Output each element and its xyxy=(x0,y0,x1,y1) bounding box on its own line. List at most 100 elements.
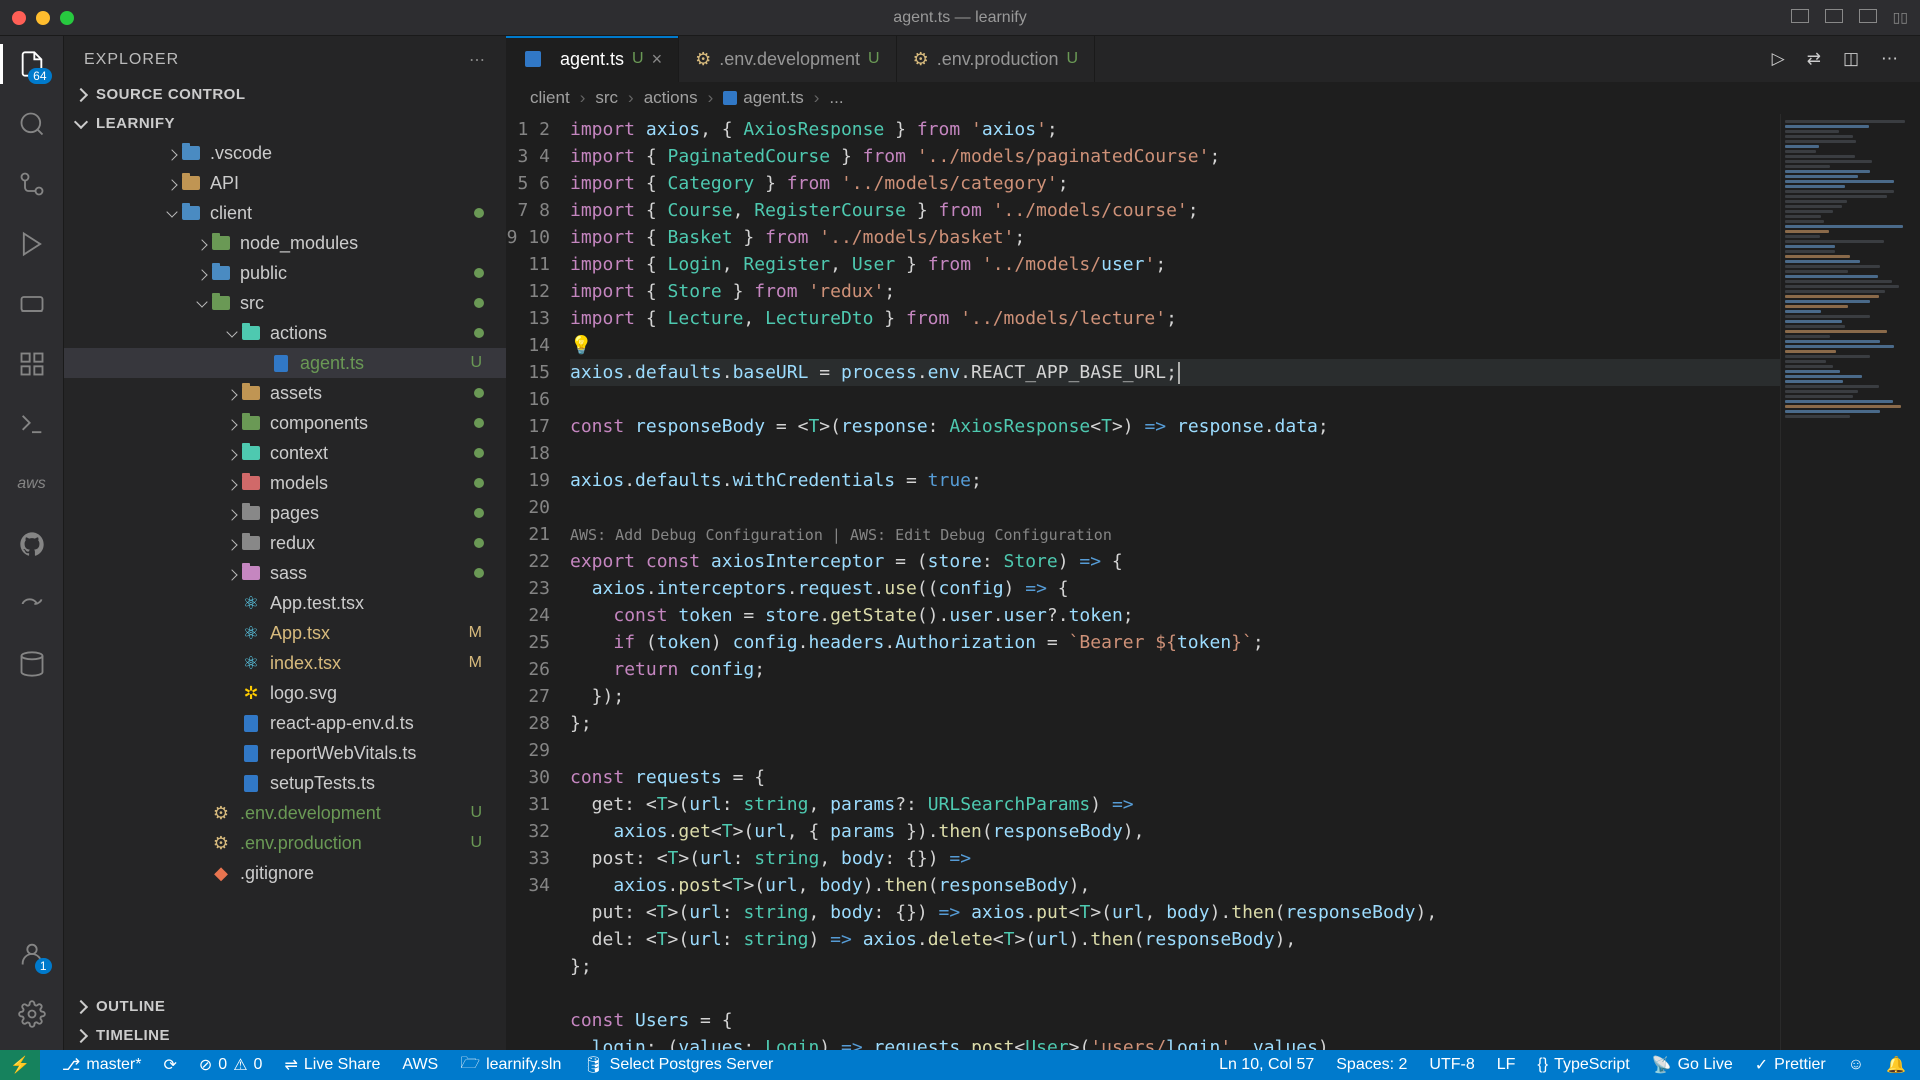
activity-github[interactable] xyxy=(16,528,48,560)
status-aws[interactable]: AWS xyxy=(402,1056,438,1074)
activity-bar: 64 aws 1 xyxy=(0,36,64,1050)
activity-search[interactable] xyxy=(16,108,48,140)
section-source-control[interactable]: SOURCE CONTROL xyxy=(64,80,506,109)
git-modified-dot-icon xyxy=(474,448,484,458)
minimize-window-icon[interactable] xyxy=(36,11,50,25)
status-spaces[interactable]: Spaces: 2 xyxy=(1336,1055,1407,1075)
tree-file-envdev[interactable]: ⚙.env.developmentU xyxy=(64,798,506,828)
tree-file-apptest[interactable]: ⚛App.test.tsx xyxy=(64,588,506,618)
activity-extensions[interactable] xyxy=(16,348,48,380)
tree-folder-models[interactable]: models xyxy=(64,468,506,498)
status-prettier[interactable]: ✓Prettier xyxy=(1755,1055,1826,1075)
tree-folder-pages[interactable]: pages xyxy=(64,498,506,528)
tree-file-indextsx[interactable]: ⚛index.tsxM xyxy=(64,648,506,678)
tree-folder-node-modules[interactable]: node_modules xyxy=(64,228,506,258)
activity-remote[interactable] xyxy=(16,288,48,320)
status-solution[interactable]: 🗁learnify.sln xyxy=(460,1052,561,1079)
tree-folder-src[interactable]: src xyxy=(64,288,506,318)
minimap[interactable] xyxy=(1780,114,1920,1050)
activity-aws[interactable]: aws xyxy=(16,468,48,500)
tree-file-apptsx[interactable]: ⚛App.tsxM xyxy=(64,618,506,648)
status-sync[interactable]: ⟳ xyxy=(163,1055,176,1075)
activity-database[interactable] xyxy=(16,648,48,680)
titlebar-actions: ▯▯ xyxy=(1791,9,1908,26)
layout-panel-left-icon[interactable] xyxy=(1791,9,1809,23)
tree-file-webvitals[interactable]: reportWebVitals.ts xyxy=(64,738,506,768)
layout-panel-right-icon[interactable] xyxy=(1859,9,1877,23)
status-problems[interactable]: ⊘0⚠0 xyxy=(199,1055,263,1075)
status-cursor-pos[interactable]: Ln 10, Col 57 xyxy=(1219,1055,1314,1075)
breadcrumb[interactable]: client› src› actions› agent.ts› ... xyxy=(506,82,1920,114)
git-status-modified: M xyxy=(469,624,482,642)
status-eol[interactable]: LF xyxy=(1497,1055,1516,1075)
line-gutter: 1 2 3 4 5 6 7 8 9 10 11 12 13 14 15 16 1… xyxy=(506,114,570,1050)
tree-folder-public[interactable]: public xyxy=(64,258,506,288)
tree-folder-api[interactable]: API xyxy=(64,168,506,198)
git-status-untracked: U xyxy=(470,834,482,852)
split-editor-icon[interactable]: ◫ xyxy=(1843,49,1859,69)
tree-folder-sass[interactable]: sass xyxy=(64,558,506,588)
activity-explorer[interactable]: 64 xyxy=(16,48,48,80)
tree-folder-actions[interactable]: actions xyxy=(64,318,506,348)
tree-folder-client[interactable]: client xyxy=(64,198,506,228)
tab-envdev[interactable]: ⚙ .env.development U xyxy=(679,36,896,82)
activity-liveshare[interactable] xyxy=(16,588,48,620)
tree-file-reactenv[interactable]: react-app-env.d.ts xyxy=(64,708,506,738)
git-modified-dot-icon xyxy=(474,388,484,398)
tree-folder-redux[interactable]: redux xyxy=(64,528,506,558)
status-remote[interactable]: ⚡ xyxy=(0,1050,40,1080)
git-status-modified: M xyxy=(469,654,482,672)
tab-agent[interactable]: agent.ts U × xyxy=(506,36,679,82)
activity-debug[interactable] xyxy=(16,228,48,260)
git-status-untracked: U xyxy=(470,804,482,822)
sidebar-title: EXPLORER xyxy=(84,51,179,69)
status-bar: ⚡ ⎇master* ⟳ ⊘0⚠0 ⇌Live Share AWS 🗁learn… xyxy=(0,1050,1920,1080)
status-postgres[interactable]: 🛢Select Postgres Server xyxy=(583,1055,773,1075)
sidebar-more-icon[interactable]: ⋯ xyxy=(469,50,486,70)
tree-file-gitignore[interactable]: ◆.gitignore xyxy=(64,858,506,888)
chevron-right-icon xyxy=(74,87,88,101)
status-branch[interactable]: ⎇master* xyxy=(62,1055,142,1075)
tree-file-agent[interactable]: agent.tsU xyxy=(64,348,506,378)
chevron-right-icon xyxy=(74,999,88,1013)
tree-folder-assets[interactable]: assets xyxy=(64,378,506,408)
maximize-window-icon[interactable] xyxy=(60,11,74,25)
status-golive[interactable]: 📡Go Live xyxy=(1652,1055,1733,1075)
run-icon[interactable]: ▷ xyxy=(1772,49,1785,69)
tree-file-logo[interactable]: ✲logo.svg xyxy=(64,678,506,708)
close-window-icon[interactable] xyxy=(12,11,26,25)
git-modified-dot-icon xyxy=(474,508,484,518)
compare-icon[interactable]: ⇄ xyxy=(1807,49,1821,69)
section-project[interactable]: LEARNIFY xyxy=(64,109,506,138)
tree-folder-vscode[interactable]: .vscode xyxy=(64,138,506,168)
chevron-right-icon xyxy=(74,1028,88,1042)
activity-accounts[interactable]: 1 xyxy=(16,938,48,970)
code-editor[interactable]: import axios, { AxiosResponse } from 'ax… xyxy=(570,114,1780,1050)
git-modified-dot-icon xyxy=(474,328,484,338)
tree-folder-components[interactable]: components xyxy=(64,408,506,438)
activity-source-control[interactable] xyxy=(16,168,48,200)
more-actions-icon[interactable]: ⋯ xyxy=(1881,49,1898,69)
layout-customize-icon[interactable]: ▯▯ xyxy=(1893,9,1908,26)
git-modified-dot-icon xyxy=(474,298,484,308)
section-outline[interactable]: OUTLINE xyxy=(64,992,506,1021)
close-tab-icon[interactable]: × xyxy=(652,49,663,70)
file-tree: .vscode API client node_modules public s… xyxy=(64,138,506,992)
git-modified-dot-icon xyxy=(474,568,484,578)
status-bell[interactable]: 🔔 xyxy=(1886,1055,1906,1075)
status-encoding[interactable]: UTF-8 xyxy=(1429,1055,1474,1075)
activity-settings[interactable] xyxy=(16,998,48,1030)
tab-envprod[interactable]: ⚙ .env.production U xyxy=(897,36,1095,82)
status-feedback[interactable]: ☺ xyxy=(1848,1055,1864,1075)
tree-file-setuptests[interactable]: setupTests.ts xyxy=(64,768,506,798)
status-language[interactable]: {}TypeScript xyxy=(1537,1055,1629,1075)
accounts-badge: 1 xyxy=(35,958,52,974)
activity-testing[interactable] xyxy=(16,408,48,440)
git-modified-dot-icon xyxy=(474,208,484,218)
git-modified-dot-icon xyxy=(474,418,484,428)
tree-file-envprod[interactable]: ⚙.env.productionU xyxy=(64,828,506,858)
tree-folder-context[interactable]: context xyxy=(64,438,506,468)
layout-panel-bottom-icon[interactable] xyxy=(1825,9,1843,23)
status-liveshare[interactable]: ⇌Live Share xyxy=(284,1055,380,1075)
section-timeline[interactable]: TIMELINE xyxy=(64,1021,506,1050)
